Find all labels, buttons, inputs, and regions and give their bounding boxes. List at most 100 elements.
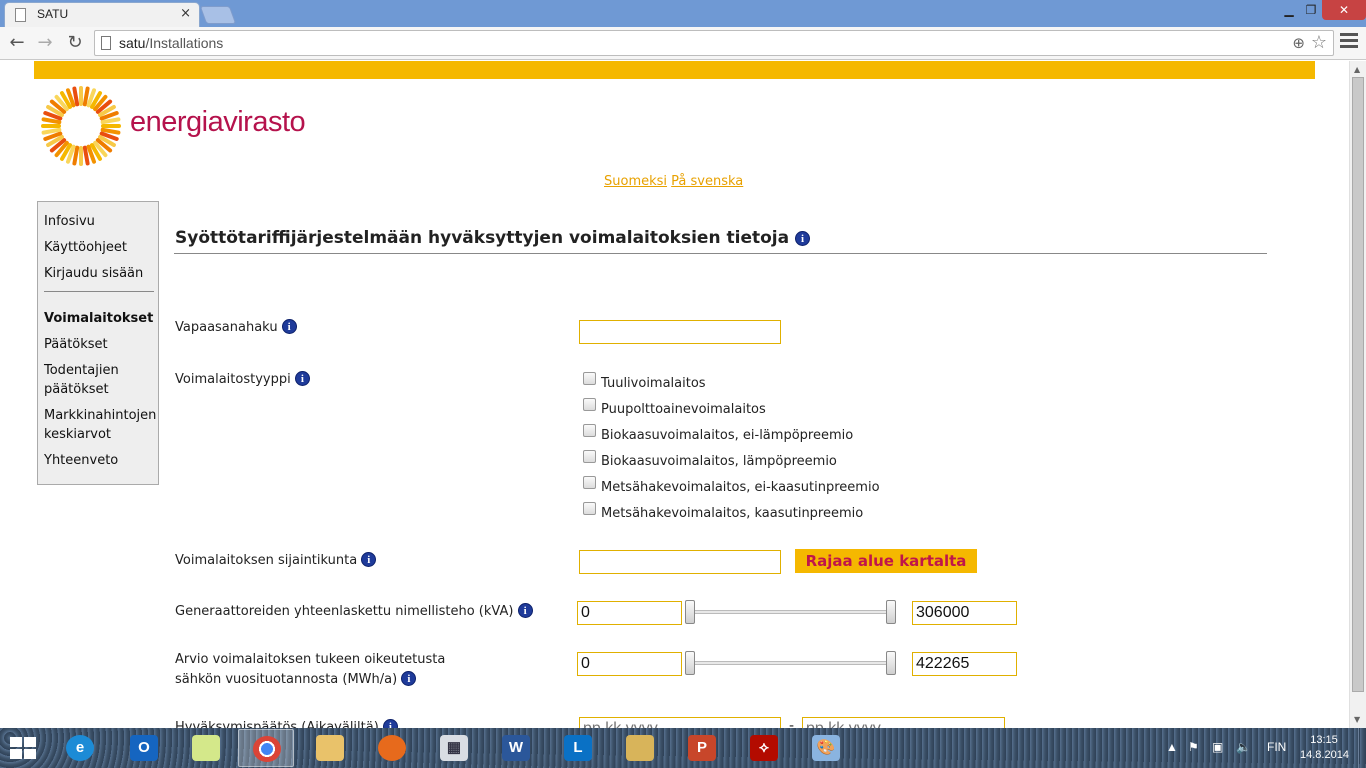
chrome-icon[interactable]	[238, 729, 294, 767]
sticky-notes-icon[interactable]	[178, 729, 234, 767]
decision-date-to-input[interactable]	[802, 717, 1005, 728]
windows-start-icon[interactable]	[10, 737, 38, 759]
checkbox-row[interactable]: Tuulivoimalaitos	[583, 372, 706, 391]
clock-time: 13:15	[1310, 734, 1338, 746]
show-desktop-button[interactable]	[1358, 728, 1366, 768]
checkbox-row[interactable]: Puupolttoainevoimalaitos	[583, 398, 766, 417]
production-slider-max-handle[interactable]	[886, 651, 896, 675]
production-min-input[interactable]	[577, 652, 682, 676]
info-icon[interactable]: i	[382, 719, 398, 728]
municipality-input[interactable]	[579, 550, 781, 574]
page-title: Syöttötariffijärjestelmään hyväksyttyjen…	[175, 228, 810, 248]
adobe-reader-icon[interactable]: ⟡	[736, 729, 792, 767]
checkbox-label: Puupolttoainevoimalaitos	[601, 402, 766, 417]
maximize-icon[interactable]: ❐	[1300, 0, 1322, 20]
internet-explorer-icon[interactable]: e	[52, 729, 108, 767]
checkbox[interactable]	[583, 398, 596, 411]
checkbox-label: Biokaasuvoimalaitos, ei-lämpöpreemio	[601, 428, 854, 443]
select-area-on-map-button[interactable]: Rajaa alue kartalta	[795, 549, 977, 573]
info-icon[interactable]: i	[517, 603, 533, 618]
sidebar-item-yhteenveto[interactable]: Yhteenveto	[44, 451, 158, 470]
sidebar-item-kirjaudu[interactable]: Kirjaudu sisään	[44, 264, 158, 283]
firefox-icon[interactable]	[364, 729, 420, 767]
capacity-slider-track[interactable]	[690, 610, 890, 614]
search-label: Vapaasanahaku i	[175, 318, 297, 338]
close-window-icon[interactable]: ✕	[1322, 0, 1366, 20]
input-language[interactable]: FIN	[1267, 740, 1286, 754]
date-range-separator: -	[789, 718, 795, 728]
address-bar[interactable]: satu/Installations ⊕ ☆	[94, 30, 1334, 56]
checkbox-label: Biokaasuvoimalaitos, lämpöpreemio	[601, 454, 837, 469]
checkbox-row[interactable]: Biokaasuvoimalaitos, ei-lämpöpreemio	[583, 424, 854, 443]
checkbox[interactable]	[583, 476, 596, 489]
network-icon[interactable]: ▣	[1212, 740, 1223, 754]
checkbox[interactable]	[583, 502, 596, 515]
browser-title-bar: SATU × ▁ ❐ ✕	[0, 0, 1366, 27]
minimize-icon[interactable]: ▁	[1278, 0, 1300, 20]
info-icon[interactable]: i	[281, 319, 297, 334]
checkbox-row[interactable]: Biokaasuvoimalaitos, lämpöpreemio	[583, 450, 837, 469]
info-icon[interactable]: i	[294, 371, 310, 386]
paint-icon[interactable]: 🎨	[798, 729, 854, 767]
title-divider	[174, 253, 1267, 254]
decision-date-from-input[interactable]	[579, 717, 781, 728]
lang-finnish-link[interactable]: Suomeksi	[604, 174, 667, 189]
production-slider-min-handle[interactable]	[685, 651, 695, 675]
scrollbar-thumb[interactable]	[1352, 77, 1364, 692]
browser-tab[interactable]: SATU ×	[4, 2, 200, 27]
language-links: Suomeksi På svenska	[604, 174, 743, 189]
sidebar-item-kayttoohjeet[interactable]: Käyttöohjeet	[44, 238, 158, 257]
lync-icon[interactable]: L	[550, 729, 606, 767]
forward-arrow-icon[interactable]: →	[34, 32, 56, 54]
production-label: Arvio voimalaitoksen tukeen oikeutetusta…	[175, 650, 445, 690]
page-title-text: Syöttötariffijärjestelmään hyväksyttyjen…	[175, 228, 790, 248]
info-icon[interactable]: i	[795, 231, 810, 246]
sidebar-item-infosivu[interactable]: Infosivu	[44, 212, 158, 231]
vertical-scrollbar[interactable]: ▲ ▼	[1349, 61, 1366, 728]
close-tab-icon[interactable]: ×	[180, 6, 191, 21]
powerpoint-icon[interactable]: P	[674, 729, 730, 767]
checkbox-row[interactable]: Metsähakevoimalaitos, ei-kaasutinpreemio	[583, 476, 880, 495]
file-explorer-icon[interactable]	[302, 729, 358, 767]
sidebar-item-voimalaitokset[interactable]: Voimalaitokset	[44, 309, 158, 328]
municipality-label: Voimalaitoksen sijaintikunta i	[175, 551, 377, 571]
bookmark-star-icon[interactable]: ☆	[1311, 32, 1327, 53]
volume-icon[interactable]: 🔈	[1236, 740, 1251, 754]
info-icon[interactable]: i	[361, 552, 377, 567]
search-input[interactable]	[579, 320, 781, 344]
info-icon[interactable]: i	[401, 671, 417, 686]
sidebar-item-todentajien-paatokset[interactable]: Todentajien päätökset	[44, 361, 158, 399]
production-max-input[interactable]	[912, 652, 1017, 676]
sidebar-item-markkinahintojen-keskiarvot[interactable]: Markkinahintojen keskiarvot	[44, 406, 158, 444]
scroll-down-icon[interactable]: ▼	[1354, 715, 1360, 724]
capacity-max-input[interactable]	[912, 601, 1017, 625]
scroll-up-icon[interactable]: ▲	[1354, 65, 1360, 74]
show-hidden-icons-icon[interactable]: ▲	[1166, 740, 1178, 754]
reload-icon[interactable]: ↻	[64, 32, 86, 54]
browser-menu-icon[interactable]	[1340, 33, 1358, 51]
new-tab-button[interactable]	[199, 6, 237, 24]
checkbox-row[interactable]: Metsähakevoimalaitos, kaasutinpreemio	[583, 502, 863, 521]
production-label-line2: sähkön vuosituotannosta (MWh/a) i	[175, 670, 445, 690]
calculator-icon[interactable]: ▦	[426, 729, 482, 767]
production-slider-track[interactable]	[690, 661, 890, 665]
lang-swedish-link[interactable]: På svenska	[671, 174, 743, 189]
capacity-min-input[interactable]	[577, 601, 682, 625]
sidebar-divider	[44, 291, 154, 292]
zoom-icon[interactable]: ⊕	[1292, 34, 1305, 52]
word-icon[interactable]: W	[488, 729, 544, 767]
sidebar-nav: Infosivu Käyttöohjeet Kirjaudu sisään Vo…	[37, 201, 159, 485]
sidebar-item-paatokset[interactable]: Päätökset	[44, 335, 158, 354]
back-arrow-icon[interactable]: ←	[6, 32, 28, 54]
capacity-slider-max-handle[interactable]	[886, 600, 896, 624]
checkbox[interactable]	[583, 372, 596, 385]
system-clock[interactable]: 13:15 14.8.2014	[1300, 733, 1349, 763]
folder-icon[interactable]	[612, 729, 668, 767]
capacity-label: Generaattoreiden yhteenlaskettu nimellis…	[175, 602, 533, 622]
outlook-icon[interactable]: O	[116, 729, 172, 767]
action-center-flag-icon[interactable]: ⚑	[1188, 740, 1199, 754]
checkbox[interactable]	[583, 450, 596, 463]
capacity-slider-min-handle[interactable]	[685, 600, 695, 624]
checkbox[interactable]	[583, 424, 596, 437]
page-viewport: energiavirasto Suomeksi På svenska Infos…	[0, 61, 1349, 728]
